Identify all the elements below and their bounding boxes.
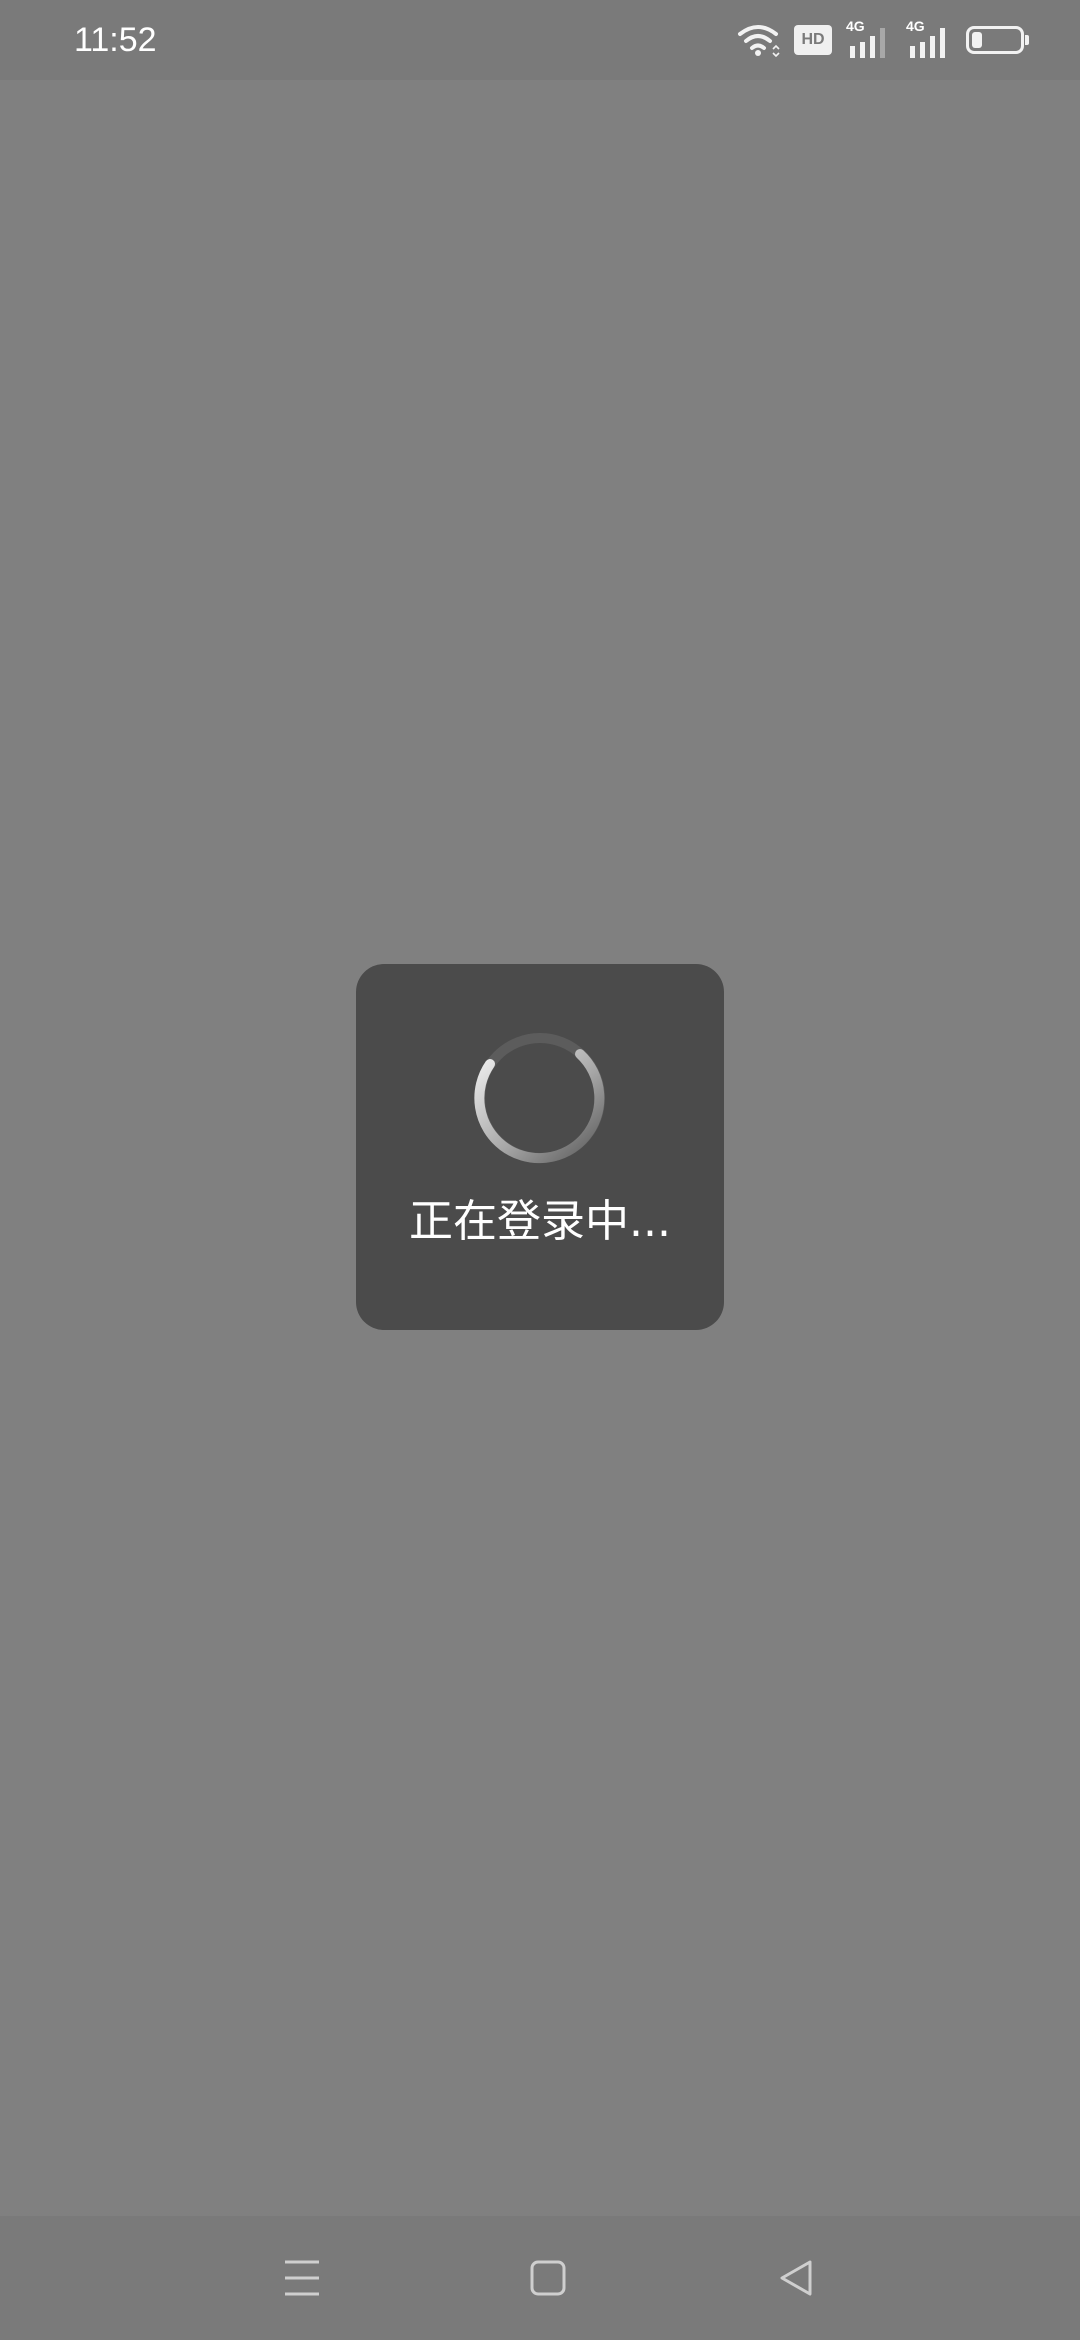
back-icon [780,2260,812,2296]
signal-sim1-icon: 4G [846,18,892,60]
status-icons: HD 4G 4G [736,18,1029,62]
signal-sim2-icon: 4G [906,18,952,60]
battery-level-fill [972,32,982,48]
status-bar: 11:52 HD 4G 4G [0,0,1080,80]
recent-apps-button[interactable] [268,2244,336,2312]
back-button[interactable] [762,2244,830,2312]
loading-dialog: 正在登录中... [356,964,724,1330]
recent-apps-icon [285,2260,319,2296]
loading-message: 正在登录中... [409,1196,671,1247]
navigation-bar [0,2216,1080,2340]
home-icon [530,2260,566,2296]
hd-label: HD [801,31,825,48]
wifi-icon [738,25,780,58]
hd-voice-icon: HD [794,25,832,55]
home-button[interactable] [514,2244,582,2312]
loading-spinner-icon [474,1033,605,1164]
battery-icon [966,26,1029,54]
status-time: 11:52 [74,21,157,59]
